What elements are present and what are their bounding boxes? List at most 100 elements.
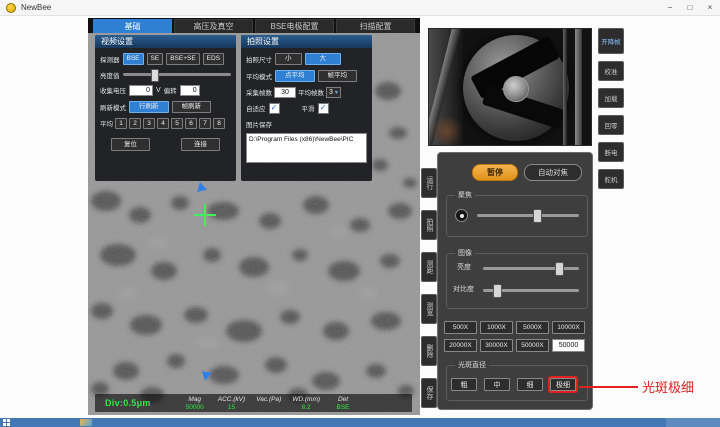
sem-main-area: 基础 高压及真空 BSE电极配置 扫描配置: [88, 18, 420, 415]
annotation-line: [579, 386, 638, 388]
contrast-slider[interactable]: [483, 289, 579, 292]
spot-coarse-button[interactable]: 粗: [451, 378, 477, 391]
smooth-checkbox[interactable]: ✓: [318, 103, 329, 114]
point-average-button[interactable]: 点平均: [275, 70, 315, 82]
image-save-label: 图片保存: [246, 119, 272, 129]
stat-det-header: Det: [338, 396, 348, 403]
stat-acc-value: 15: [228, 404, 235, 411]
detector-bse-se-button[interactable]: BSE+SE: [166, 53, 199, 65]
photo-size-label: 拍照尺寸: [246, 54, 272, 64]
average-label: 平均: [100, 118, 113, 128]
average-3-button[interactable]: 3: [143, 118, 155, 129]
brightness-slider-handle[interactable]: [555, 262, 564, 276]
average-6-button[interactable]: 6: [185, 118, 197, 129]
average-1-button[interactable]: 1: [115, 118, 127, 129]
average-2-button[interactable]: 2: [129, 118, 141, 129]
photo-settings-header: 拍照设置: [241, 35, 372, 48]
load-button[interactable]: 加载: [598, 88, 624, 108]
mag-1000x-button[interactable]: 1000X: [480, 321, 513, 334]
tab-scan-config[interactable]: 扫描配置: [336, 19, 415, 33]
size-large-button[interactable]: 大: [305, 53, 342, 65]
frame-average-button[interactable]: 帧平均: [318, 70, 358, 82]
image-adjust-group: 图像 亮度 对比度: [446, 253, 588, 309]
brightness-value-slider-handle[interactable]: [151, 69, 159, 82]
system-tray[interactable]: [666, 418, 720, 427]
taskbar: [0, 418, 720, 427]
chamber-warm-glow: [429, 117, 465, 145]
detector-bse-button[interactable]: BSE: [123, 53, 144, 65]
save-path-box[interactable]: D:\Program Files (x86)\NewBee\PIC: [246, 133, 367, 163]
spot-fine-button[interactable]: 细: [517, 378, 543, 391]
size-small-button[interactable]: 小: [275, 53, 302, 65]
minimize-button[interactable]: −: [660, 0, 680, 15]
maximize-button[interactable]: □: [680, 0, 700, 15]
frame-refresh-button[interactable]: 帧刷新: [172, 101, 212, 113]
collect-voltage-label: 收集电压: [100, 85, 126, 95]
close-button[interactable]: ×: [700, 0, 720, 15]
capture-button[interactable]: 拍照: [421, 210, 437, 240]
calibrate-button[interactable]: 校准: [598, 61, 624, 81]
capture-frames-input[interactable]: [274, 87, 296, 98]
brightness-value-slider[interactable]: [123, 73, 232, 76]
mag-5000x-button[interactable]: 5000X: [516, 321, 549, 334]
mag-30000x-button[interactable]: 30000X: [480, 339, 513, 352]
chamber-column-bar: [563, 29, 567, 146]
measure-width-button[interactable]: 测宽: [421, 294, 437, 324]
stat-mag-value: 50000: [186, 404, 204, 411]
average-4-button[interactable]: 4: [157, 118, 169, 129]
detector-eds-button[interactable]: EDS: [203, 53, 224, 65]
photo-settings-panel: 拍照设置 拍照尺寸 小 大 平均模式 点平均 帧平均 采集帧数 平均帧数 3: [241, 35, 372, 181]
autofocus-button[interactable]: 自动对焦: [524, 164, 582, 181]
right-button-strip: 开降帧 校准 加载 回零 断电 舵机: [598, 28, 624, 189]
servo-button[interactable]: 舵机: [598, 169, 624, 189]
mag-20000x-button[interactable]: 20000X: [444, 339, 477, 352]
spot-extra-fine-button[interactable]: 极细: [550, 378, 576, 391]
line-refresh-button[interactable]: 行刷新: [129, 101, 169, 113]
adaptive-checkbox[interactable]: ✓: [269, 103, 280, 114]
tab-hv-vacuum[interactable]: 高压及真空: [174, 19, 253, 33]
start-button[interactable]: [3, 419, 10, 426]
sem-live-image[interactable]: 视频设置 探测器 BSE SE BSE+SE EDS 亮度值 收集电压 V 偏转: [88, 33, 420, 415]
mag-10000x-button[interactable]: 10000X: [552, 321, 585, 334]
voltage-unit-label: V: [156, 87, 161, 94]
delete-button[interactable]: 删除: [421, 336, 437, 366]
stage-marker-bottom-icon[interactable]: [200, 371, 211, 382]
app-icon: [6, 3, 16, 13]
measure-distance-button[interactable]: 测距: [421, 252, 437, 282]
tab-bse-electrode-config[interactable]: BSE电极配置: [255, 19, 334, 33]
spot-size-row: 粗 中 细 极细: [451, 378, 576, 391]
average-5-button[interactable]: 5: [171, 118, 183, 129]
spot-medium-button[interactable]: 中: [484, 378, 510, 391]
collect-voltage-input[interactable]: [129, 85, 153, 96]
detector-se-button[interactable]: SE: [147, 53, 164, 65]
mag-500x-button[interactable]: 500X: [444, 321, 477, 334]
tab-basic[interactable]: 基础: [93, 19, 172, 33]
reset-button[interactable]: 复位: [111, 138, 150, 152]
taskbar-widget-icon[interactable]: [80, 419, 92, 426]
tool-button-strip: 运行 拍照 测距 测宽 删除 保存: [421, 168, 437, 408]
window-controls: − □ ×: [660, 0, 720, 15]
focus-slider[interactable]: [477, 214, 579, 217]
focus-slider-handle[interactable]: [533, 209, 542, 223]
pause-button[interactable]: 暂停: [472, 164, 518, 181]
deflection-input[interactable]: [180, 85, 200, 96]
window-title: NewBee: [21, 3, 51, 12]
avg-frames-dropdown[interactable]: 3 ▾: [326, 87, 341, 98]
connect-button[interactable]: 连接: [181, 138, 220, 152]
average-8-button[interactable]: 8: [213, 118, 225, 129]
home-zero-button[interactable]: 回零: [598, 115, 624, 135]
detector-label: 探测器: [100, 54, 120, 64]
brightness-value-label: 亮度值: [100, 70, 120, 80]
mag-input[interactable]: [552, 339, 585, 352]
save-button[interactable]: 保存: [421, 378, 437, 408]
focus-radio[interactable]: [455, 209, 468, 222]
frame-lift-button[interactable]: 开降帧: [598, 28, 624, 54]
contrast-slider-handle[interactable]: [493, 284, 502, 298]
power-off-button[interactable]: 断电: [598, 142, 624, 162]
app-window: NewBee − □ × 基础 高压及真空 BSE电极配置 扫描配置: [0, 0, 720, 427]
brightness-slider[interactable]: [483, 267, 579, 270]
average-7-button[interactable]: 7: [199, 118, 211, 129]
run-button[interactable]: 运行: [421, 168, 437, 198]
mag-50000x-button[interactable]: 50000X: [516, 339, 549, 352]
stat-wd: WD.(mm) 8.2: [292, 396, 320, 411]
